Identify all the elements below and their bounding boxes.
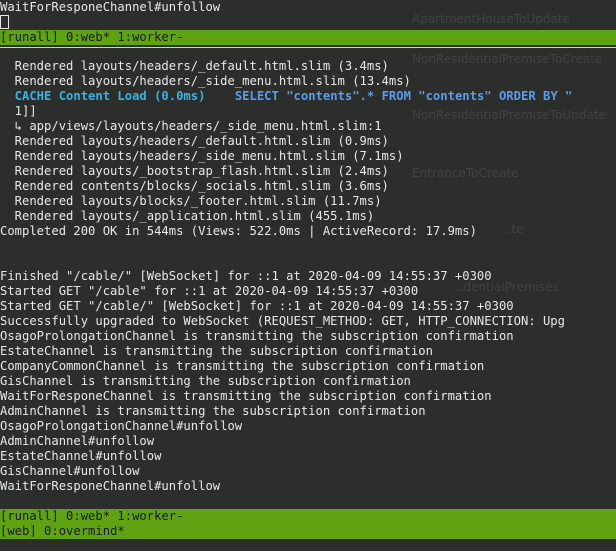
terminal-line: WaitForResponeChannel#unfollow [0,0,221,14]
cable-line: GisChannel is transmitting the subscript… [0,374,411,388]
cable-line: AdminChannel is transmitting the subscri… [0,404,426,418]
log-line: Rendered layouts/headers/_default.html.s… [0,59,389,73]
background-label-5: ...te [500,222,524,236]
log-line: Rendered layouts/blocks/_footer.html.sli… [0,194,382,208]
background-label-4: EntranceToCreate [412,166,519,180]
pane-divider [0,47,616,48]
background-label-3: NonResidentialPremiseToUpdate [412,108,606,122]
cursor-icon [0,15,9,29]
cache-label: CACHE Content Load (0.0ms) [0,89,206,103]
log-line: Rendered layouts/headers/_side_menu.html… [0,149,404,163]
cable-line: Started GET "/cable/" [WebSocket] for ::… [0,299,514,313]
log-line: Rendered layouts/_application.html.slim … [0,209,375,223]
cable-line: CompanyCommonChannel is transmitting the… [0,359,485,373]
log-line-cache: CACHE Content Load (0.0ms) SELECT "conte… [0,89,573,104]
tmux-status-bar-runall[interactable]: [runall] 0:web* 1:worker- [0,509,616,524]
tmux-status-bar-top[interactable]: [runall] 0:web* 1:worker- [0,30,616,45]
cable-line: GisChannel#unfollow [0,464,140,478]
terminal-cursor [0,15,9,30]
log-line: Rendered layouts/headers/_side_menu.html… [0,74,411,88]
cable-line: EstateChannel is transmitting the subscr… [0,344,433,358]
tmux-status-bar-web[interactable]: [web] 0:overmind* [0,524,616,539]
cable-line: WaitForResponeChannel#unfollow [0,479,221,493]
log-line: Rendered contents/blocks/_socials.html.s… [0,179,389,193]
background-label-1: ApartmentHouseToUpdate [412,12,570,26]
log-line: Rendered layouts/headers/_default.html.s… [0,134,389,148]
cable-line: EstateChannel#unfollow [0,449,162,463]
log-line: 1]] [0,104,37,118]
log-line: Rendered layouts/_bootstrap_flash.html.s… [0,164,389,178]
cable-line: Successfully upgraded to WebSocket (REQU… [0,314,565,328]
log-line-completed: Completed 200 OK in 544ms (Views: 522.0m… [0,224,477,238]
cable-line: Started GET "/cable" for ::1 at 2020-04-… [0,284,419,298]
cable-line: WaitForResponeChannel is transmitting th… [0,389,492,403]
cable-line: OsagoProlongationChannel#unfollow [0,419,243,433]
log-line-trace: ↳ app/views/layouts/headers/_side_menu.h… [0,119,382,133]
background-label-2: NonResidentialPremiseToCreate [412,52,603,66]
cable-line: AdminChannel#unfollow [0,434,155,448]
sql-contents: "contents".* FROM "contents" ORDER BY " [286,89,573,103]
sql-select: SELECT [220,89,287,103]
cable-line: OsagoProlongationChannel is transmitting… [0,329,514,343]
cable-line: Finished "/cable/" [WebSocket] for ::1 a… [0,269,492,283]
